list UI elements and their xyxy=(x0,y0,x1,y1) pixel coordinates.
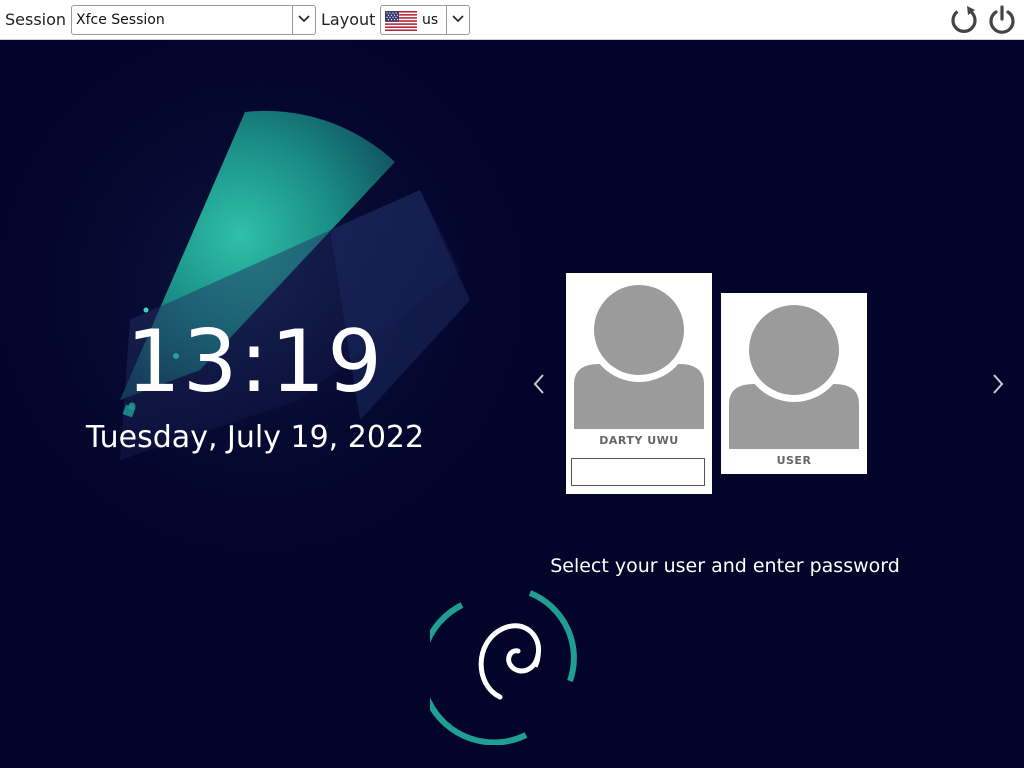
previous-user-arrow-icon[interactable] xyxy=(530,372,550,396)
user-name: USER xyxy=(776,454,812,467)
layout-label: Layout xyxy=(321,10,376,29)
restart-icon[interactable] xyxy=(948,4,980,36)
session-select[interactable]: Xfce Session xyxy=(71,5,316,35)
avatar-icon xyxy=(574,279,704,429)
session-select-value: Xfce Session xyxy=(76,12,165,28)
user-card[interactable]: USER xyxy=(721,293,867,474)
clock-date: Tuesday, July 19, 2022 xyxy=(85,420,425,455)
avatar-icon xyxy=(729,299,859,449)
layout-dropdown-arrow[interactable] xyxy=(446,6,469,34)
chevron-down-icon xyxy=(298,15,310,23)
user-card-selected[interactable]: DARTY UWU xyxy=(566,273,712,494)
user-name: DARTY UWU xyxy=(599,434,679,447)
password-input[interactable] xyxy=(571,458,705,486)
login-prompt: Select your user and enter password xyxy=(550,555,900,577)
session-label: Session xyxy=(5,10,67,29)
next-user-arrow-icon[interactable] xyxy=(987,372,1007,396)
us-flag-icon xyxy=(385,11,417,31)
debian-logo-icon xyxy=(430,590,577,745)
clock-time: 13:19 xyxy=(126,312,384,412)
session-dropdown-arrow[interactable] xyxy=(292,6,315,34)
top-bar: Session Xfce Session Layout us xyxy=(0,0,1024,40)
layout-select-value: us xyxy=(422,12,439,28)
layout-select[interactable]: us xyxy=(380,5,470,35)
power-icon[interactable] xyxy=(986,4,1018,36)
chevron-down-icon xyxy=(452,15,464,23)
